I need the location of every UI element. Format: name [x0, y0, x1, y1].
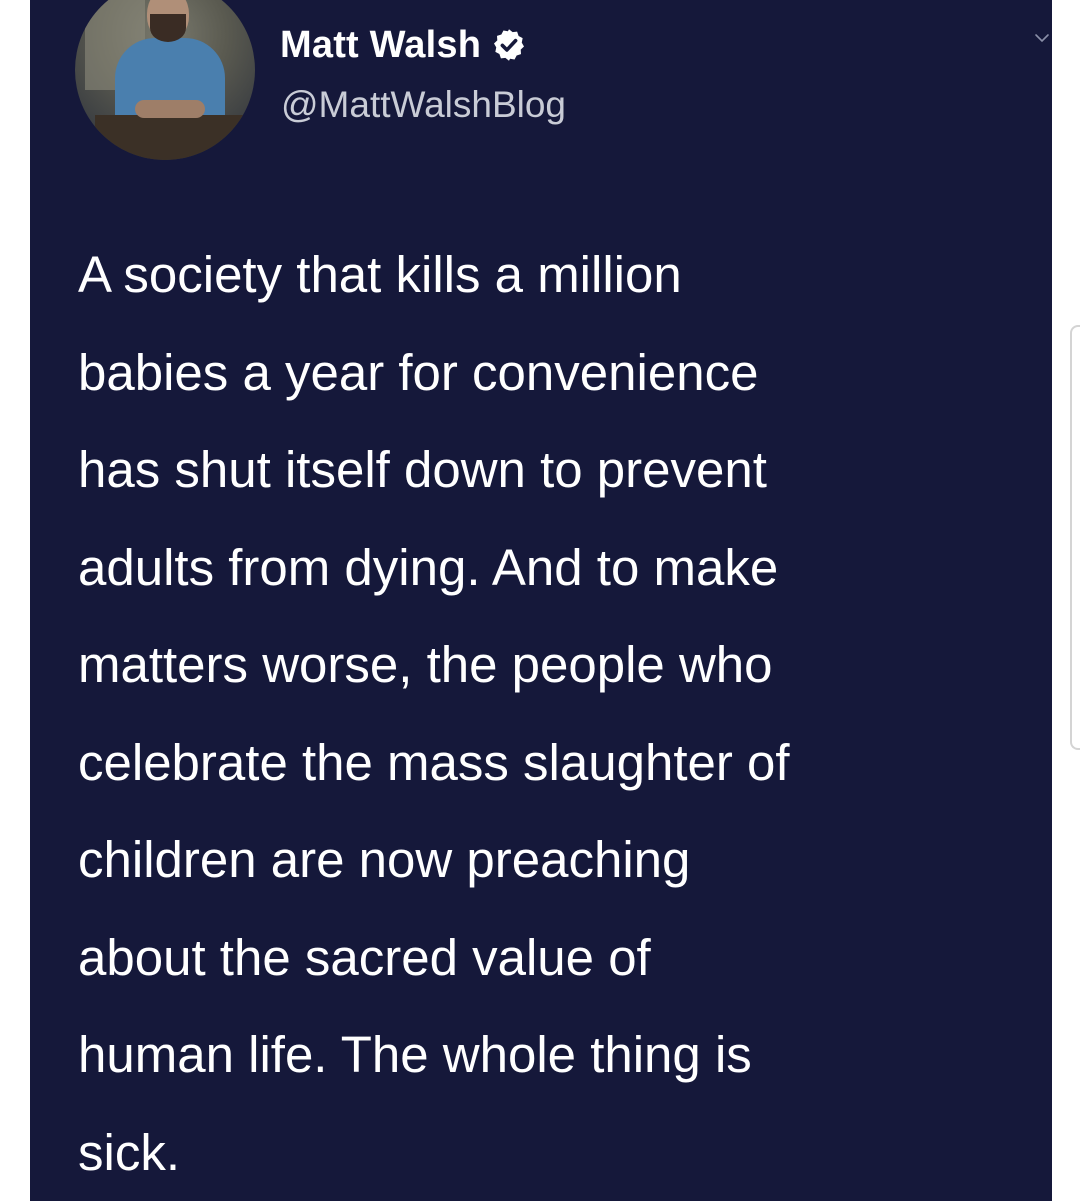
avatar-desk [95, 115, 245, 160]
author-name-row[interactable]: Matt Walsh [280, 22, 527, 68]
tweet-line: celebrate the mass slaughter of [78, 733, 790, 791]
author-handle[interactable]: @MattWalshBlog [281, 84, 566, 126]
profile-avatar[interactable] [75, 0, 255, 160]
chevron-down-icon[interactable] [1034, 30, 1050, 46]
tweet-card: Matt Walsh @MattWalshBlog A society that… [30, 0, 1052, 1201]
author-display-name[interactable]: Matt Walsh [280, 24, 481, 67]
adjacent-card-edge [1070, 325, 1080, 750]
verified-badge-icon [494, 29, 525, 61]
avatar-beard [150, 14, 186, 42]
tweet-line: about the sacred value of [78, 928, 651, 986]
tweet-line: adults from dying. And to make [78, 538, 779, 596]
avatar-arms [135, 100, 205, 118]
tweet-line: matters worse, the people who [78, 636, 773, 693]
tweet-line: babies a year for convenience [78, 343, 759, 401]
tweet-line: sick. [78, 1123, 180, 1181]
tweet-body: A society that kills a million babies a … [78, 226, 1048, 1201]
tweet-line: A society that kills a million [78, 246, 682, 303]
tweet-line: has shut itself down to prevent [78, 441, 767, 498]
tweet-line: human life. The whole thing is [78, 1026, 752, 1083]
tweet-line: children are now preaching [78, 831, 691, 888]
